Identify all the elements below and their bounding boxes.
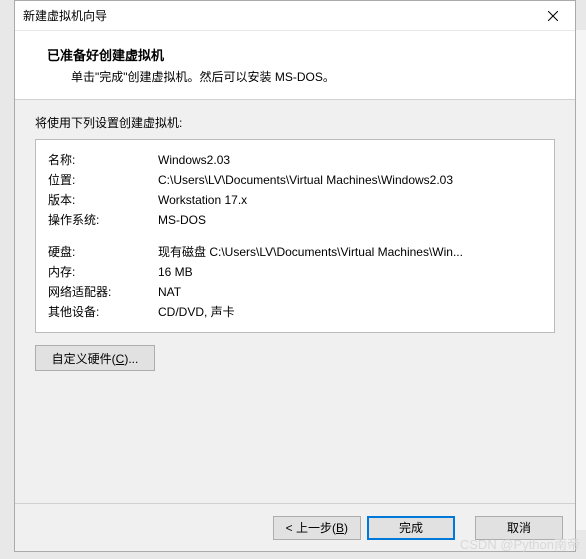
settings-label: 版本: xyxy=(48,190,158,210)
settings-value: 现有磁盘 C:\Users\LV\Documents\Virtual Machi… xyxy=(158,242,542,262)
settings-value: MS-DOS xyxy=(158,210,542,230)
settings-label: 内存: xyxy=(48,262,158,282)
settings-row-os: 操作系统: MS-DOS xyxy=(48,210,542,230)
settings-summary-box: 名称: Windows2.03 位置: C:\Users\LV\Document… xyxy=(35,139,555,333)
header-section: 已准备好创建虚拟机 单击"完成"创建虚拟机。然后可以安装 MS-DOS。 xyxy=(15,31,575,100)
cancel-button[interactable]: 取消 xyxy=(475,516,563,540)
titlebar: 新建虚拟机向导 xyxy=(15,1,575,31)
settings-label: 操作系统: xyxy=(48,210,158,230)
customize-hardware-button[interactable]: 自定义硬件(C)... xyxy=(35,345,155,371)
settings-row-other: 其他设备: CD/DVD, 声卡 xyxy=(48,302,542,322)
settings-value: CD/DVD, 声卡 xyxy=(158,302,542,322)
settings-label: 其他设备: xyxy=(48,302,158,322)
header-title: 已准备好创建虚拟机 xyxy=(47,45,551,64)
settings-row-disk: 硬盘: 现有磁盘 C:\Users\LV\Documents\Virtual M… xyxy=(48,242,542,262)
settings-label: 网络适配器: xyxy=(48,282,158,302)
settings-label: 名称: xyxy=(48,150,158,170)
header-subtitle: 单击"完成"创建虚拟机。然后可以安装 MS-DOS。 xyxy=(47,68,551,85)
settings-value: C:\Users\LV\Documents\Virtual Machines\W… xyxy=(158,170,542,190)
settings-value: Windows2.03 xyxy=(158,150,542,170)
settings-value: Workstation 17.x xyxy=(158,190,542,210)
settings-row-name: 名称: Windows2.03 xyxy=(48,150,542,170)
settings-row-memory: 内存: 16 MB xyxy=(48,262,542,282)
body-section: 将使用下列设置创建虚拟机: 名称: Windows2.03 位置: C:\Use… xyxy=(15,100,575,503)
finish-button[interactable]: 完成 xyxy=(367,516,455,540)
settings-value: NAT xyxy=(158,282,542,302)
intro-text: 将使用下列设置创建虚拟机: xyxy=(35,114,555,131)
settings-value: 16 MB xyxy=(158,262,542,282)
settings-row-location: 位置: C:\Users\LV\Documents\Virtual Machin… xyxy=(48,170,542,190)
settings-label: 硬盘: xyxy=(48,242,158,262)
settings-label: 位置: xyxy=(48,170,158,190)
row-gap xyxy=(48,230,542,242)
back-button[interactable]: < 上一步(B) xyxy=(273,516,361,540)
close-button[interactable] xyxy=(530,1,575,30)
settings-row-version: 版本: Workstation 17.x xyxy=(48,190,542,210)
dialog-title: 新建虚拟机向导 xyxy=(23,7,107,24)
settings-row-network: 网络适配器: NAT xyxy=(48,282,542,302)
wizard-dialog: 新建虚拟机向导 已准备好创建虚拟机 单击"完成"创建虚拟机。然后可以安装 MS-… xyxy=(14,0,576,552)
close-icon xyxy=(548,11,558,21)
footer: < 上一步(B) 完成 取消 xyxy=(15,503,575,551)
